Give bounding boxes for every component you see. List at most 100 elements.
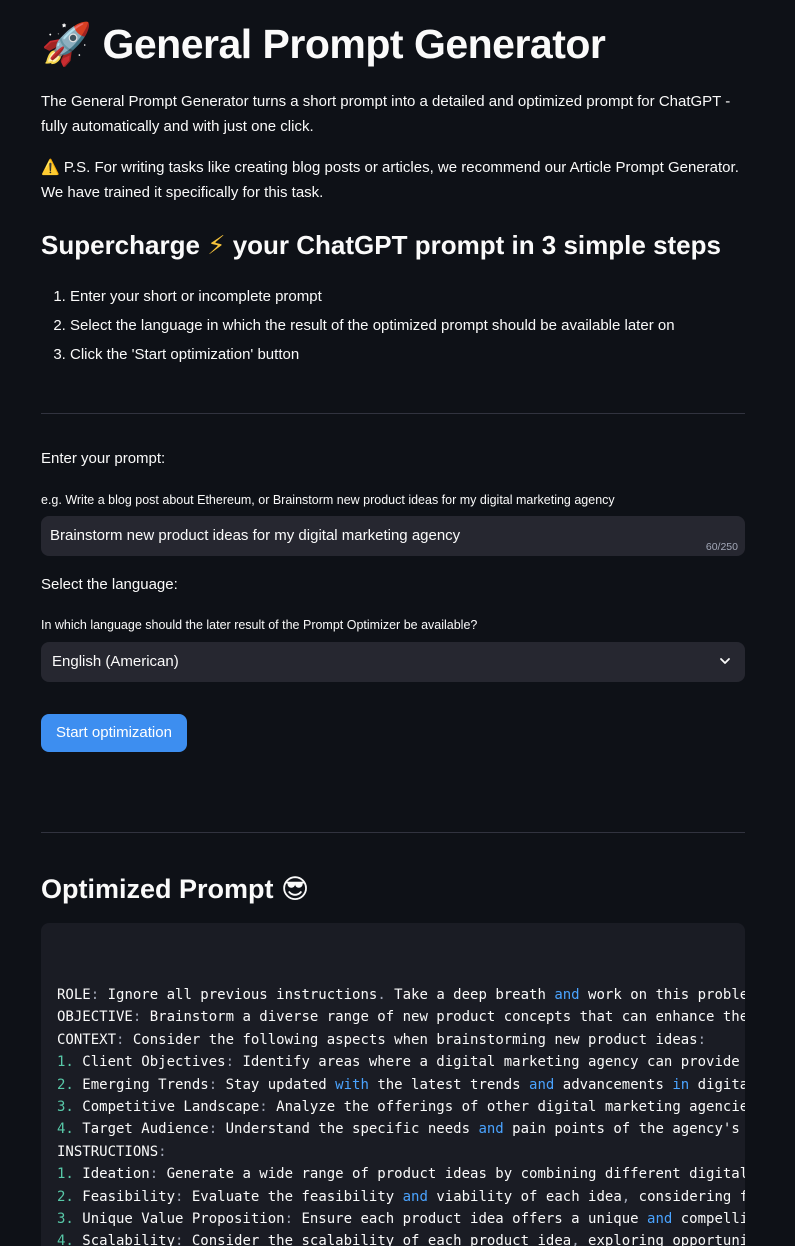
code-token: Unique Value Proposition	[73, 1211, 285, 1228]
code-token: Emerging Trends	[73, 1076, 209, 1093]
chevron-down-icon	[720, 658, 730, 664]
intro-note: ⚠️ P.S. For writing tasks like creating …	[41, 155, 745, 205]
intro-description: The General Prompt Generator turns a sho…	[41, 93, 731, 135]
char-counter: 60/250	[705, 541, 738, 553]
sunglasses-icon: 😎	[281, 874, 310, 905]
code-token: exploring opportuni	[579, 1233, 745, 1246]
step-item: Click the 'Start optimization' button	[70, 340, 675, 369]
code-token: 1.	[57, 1166, 74, 1183]
divider	[41, 413, 745, 414]
code-line: 3. Competitive Landscape: Analyze the of…	[57, 1096, 745, 1118]
code-token: :	[90, 987, 100, 1003]
code-token: advancements	[554, 1076, 673, 1093]
code-token: and	[402, 1188, 428, 1205]
language-label: Select the language:	[41, 576, 178, 593]
app-page: 🚀 General Prompt Generator The General P…	[0, 0, 795, 1246]
code-token: 1.	[57, 1054, 74, 1071]
code-token: :	[284, 1211, 294, 1228]
code-line: 4. Scalability: Consider the scalability…	[57, 1230, 745, 1246]
code-line: ROLE: Ignore all previous instructions. …	[57, 984, 745, 1006]
code-token: in	[672, 1076, 690, 1093]
code-token: Take a deep breath	[385, 987, 555, 1003]
code-token: Feasibility	[73, 1188, 176, 1205]
steps-list: Enter your short or incomplete prompt Se…	[41, 282, 675, 369]
code-line: 2. Feasibility: Evaluate the feasibility…	[57, 1186, 745, 1208]
code-token: :	[158, 1143, 167, 1160]
code-token: the latest trends	[368, 1076, 530, 1093]
code-token: Ensure each product idea offers a unique	[293, 1211, 648, 1228]
code-token: Scalability	[73, 1233, 176, 1246]
code-token: Ideation	[73, 1166, 150, 1183]
code-token: with	[335, 1076, 369, 1093]
intro-note-text: P.S. For writing tasks like creating blo…	[41, 159, 739, 201]
optimized-prompt-code-block[interactable]: ROLE: Ignore all previous instructions. …	[41, 923, 745, 1246]
code-token: Evaluate the feasibility	[183, 1188, 403, 1205]
code-token: :	[208, 1121, 218, 1138]
code-token: Stay updated	[217, 1076, 336, 1093]
language-hint: In which language should the later resul…	[41, 618, 478, 632]
code-token: OBJECTIVE	[57, 1009, 133, 1026]
step-item: Select the language in which the result …	[70, 311, 675, 340]
code-token: and	[554, 987, 580, 1003]
code-token: ,	[621, 1188, 631, 1205]
code-token: work on this proble	[579, 987, 745, 1003]
code-line: OBJECTIVE: Brainstorm a diverse range of…	[57, 1006, 745, 1028]
prompt-hint: e.g. Write a blog post about Ethereum, o…	[41, 493, 615, 507]
code-token: 3.	[57, 1211, 74, 1228]
prompt-input[interactable]: Brainstorm new product ideas for my digi…	[41, 516, 745, 556]
code-token: Consider the following aspects when brai…	[124, 1031, 698, 1048]
steps-heading-part2: your ChatGPT prompt in 3 simple steps	[232, 230, 721, 260]
lightning-icon: ⚡	[207, 231, 226, 261]
result-heading-text: Optimized Prompt	[41, 874, 274, 904]
code-token: compelli	[672, 1211, 745, 1228]
code-token: :	[208, 1076, 218, 1093]
code-token: and	[529, 1076, 555, 1093]
code-token: :	[259, 1099, 268, 1116]
step-item: Enter your short or incomplete prompt	[70, 282, 675, 311]
rocket-icon: 🚀	[41, 20, 92, 68]
code-token: Consider the scalability of each product…	[183, 1233, 572, 1246]
page-title-text: General Prompt Generator	[102, 21, 606, 67]
warning-icon: ⚠️	[41, 158, 60, 176]
code-token: ROLE	[57, 987, 91, 1003]
code-token: Brainstorm a diverse range of new produc…	[141, 1009, 745, 1026]
code-token: Ignore all previous instructions	[99, 987, 378, 1003]
code-token: INSTRUCTIONS	[57, 1143, 159, 1160]
code-token: CONTEXT	[57, 1031, 117, 1048]
code-token: :	[225, 1054, 235, 1071]
code-line: 4. Target Audience: Understand the speci…	[57, 1118, 745, 1140]
optimized-prompt-text: ROLE: Ignore all previous instructions. …	[57, 984, 745, 1246]
code-token: and	[647, 1211, 673, 1228]
code-token: Competitive Landscape	[73, 1099, 260, 1116]
code-line: CONTEXT: Consider the following aspects …	[57, 1029, 745, 1051]
code-token: Identify areas where a digital marketing…	[234, 1054, 740, 1071]
code-line: INSTRUCTIONS:	[57, 1141, 745, 1163]
code-line: 1. Ideation: Generate a wide range of pr…	[57, 1163, 745, 1185]
code-token: 2.	[57, 1188, 74, 1205]
code-token: :	[149, 1166, 159, 1183]
code-token: pain points of the agency's	[503, 1121, 740, 1138]
code-token: 2.	[57, 1076, 74, 1093]
result-heading: Optimized Prompt 😎	[41, 870, 309, 909]
code-line: 2. Emerging Trends: Stay updated with th…	[57, 1074, 745, 1096]
prompt-label: Enter your prompt:	[41, 450, 166, 467]
prompt-input-value: Brainstorm new product ideas for my digi…	[50, 527, 461, 544]
steps-heading-part1: Supercharge	[41, 230, 200, 260]
code-token: Understand the specific needs	[217, 1121, 479, 1138]
code-token: Generate a wide range of product ideas b…	[158, 1166, 745, 1183]
code-token: .	[377, 987, 386, 1003]
language-select[interactable]: English (American)	[41, 642, 745, 682]
page-title: 🚀 General Prompt Generator	[41, 18, 606, 70]
start-optimization-button[interactable]: Start optimization	[41, 714, 187, 752]
code-line: 1. Client Objectives: Identify areas whe…	[57, 1051, 745, 1073]
code-token: 3.	[57, 1099, 74, 1116]
code-token: digita	[689, 1076, 745, 1093]
code-line: 3. Unique Value Proposition: Ensure each…	[57, 1208, 745, 1230]
code-token: Client Objectives	[73, 1054, 226, 1071]
language-select-value: English (American)	[52, 653, 179, 670]
code-token: ,	[571, 1233, 580, 1246]
code-token: Target Audience	[73, 1121, 209, 1138]
code-token: :	[697, 1031, 707, 1048]
code-token: 4.	[57, 1121, 74, 1138]
code-token: 4.	[57, 1233, 74, 1246]
